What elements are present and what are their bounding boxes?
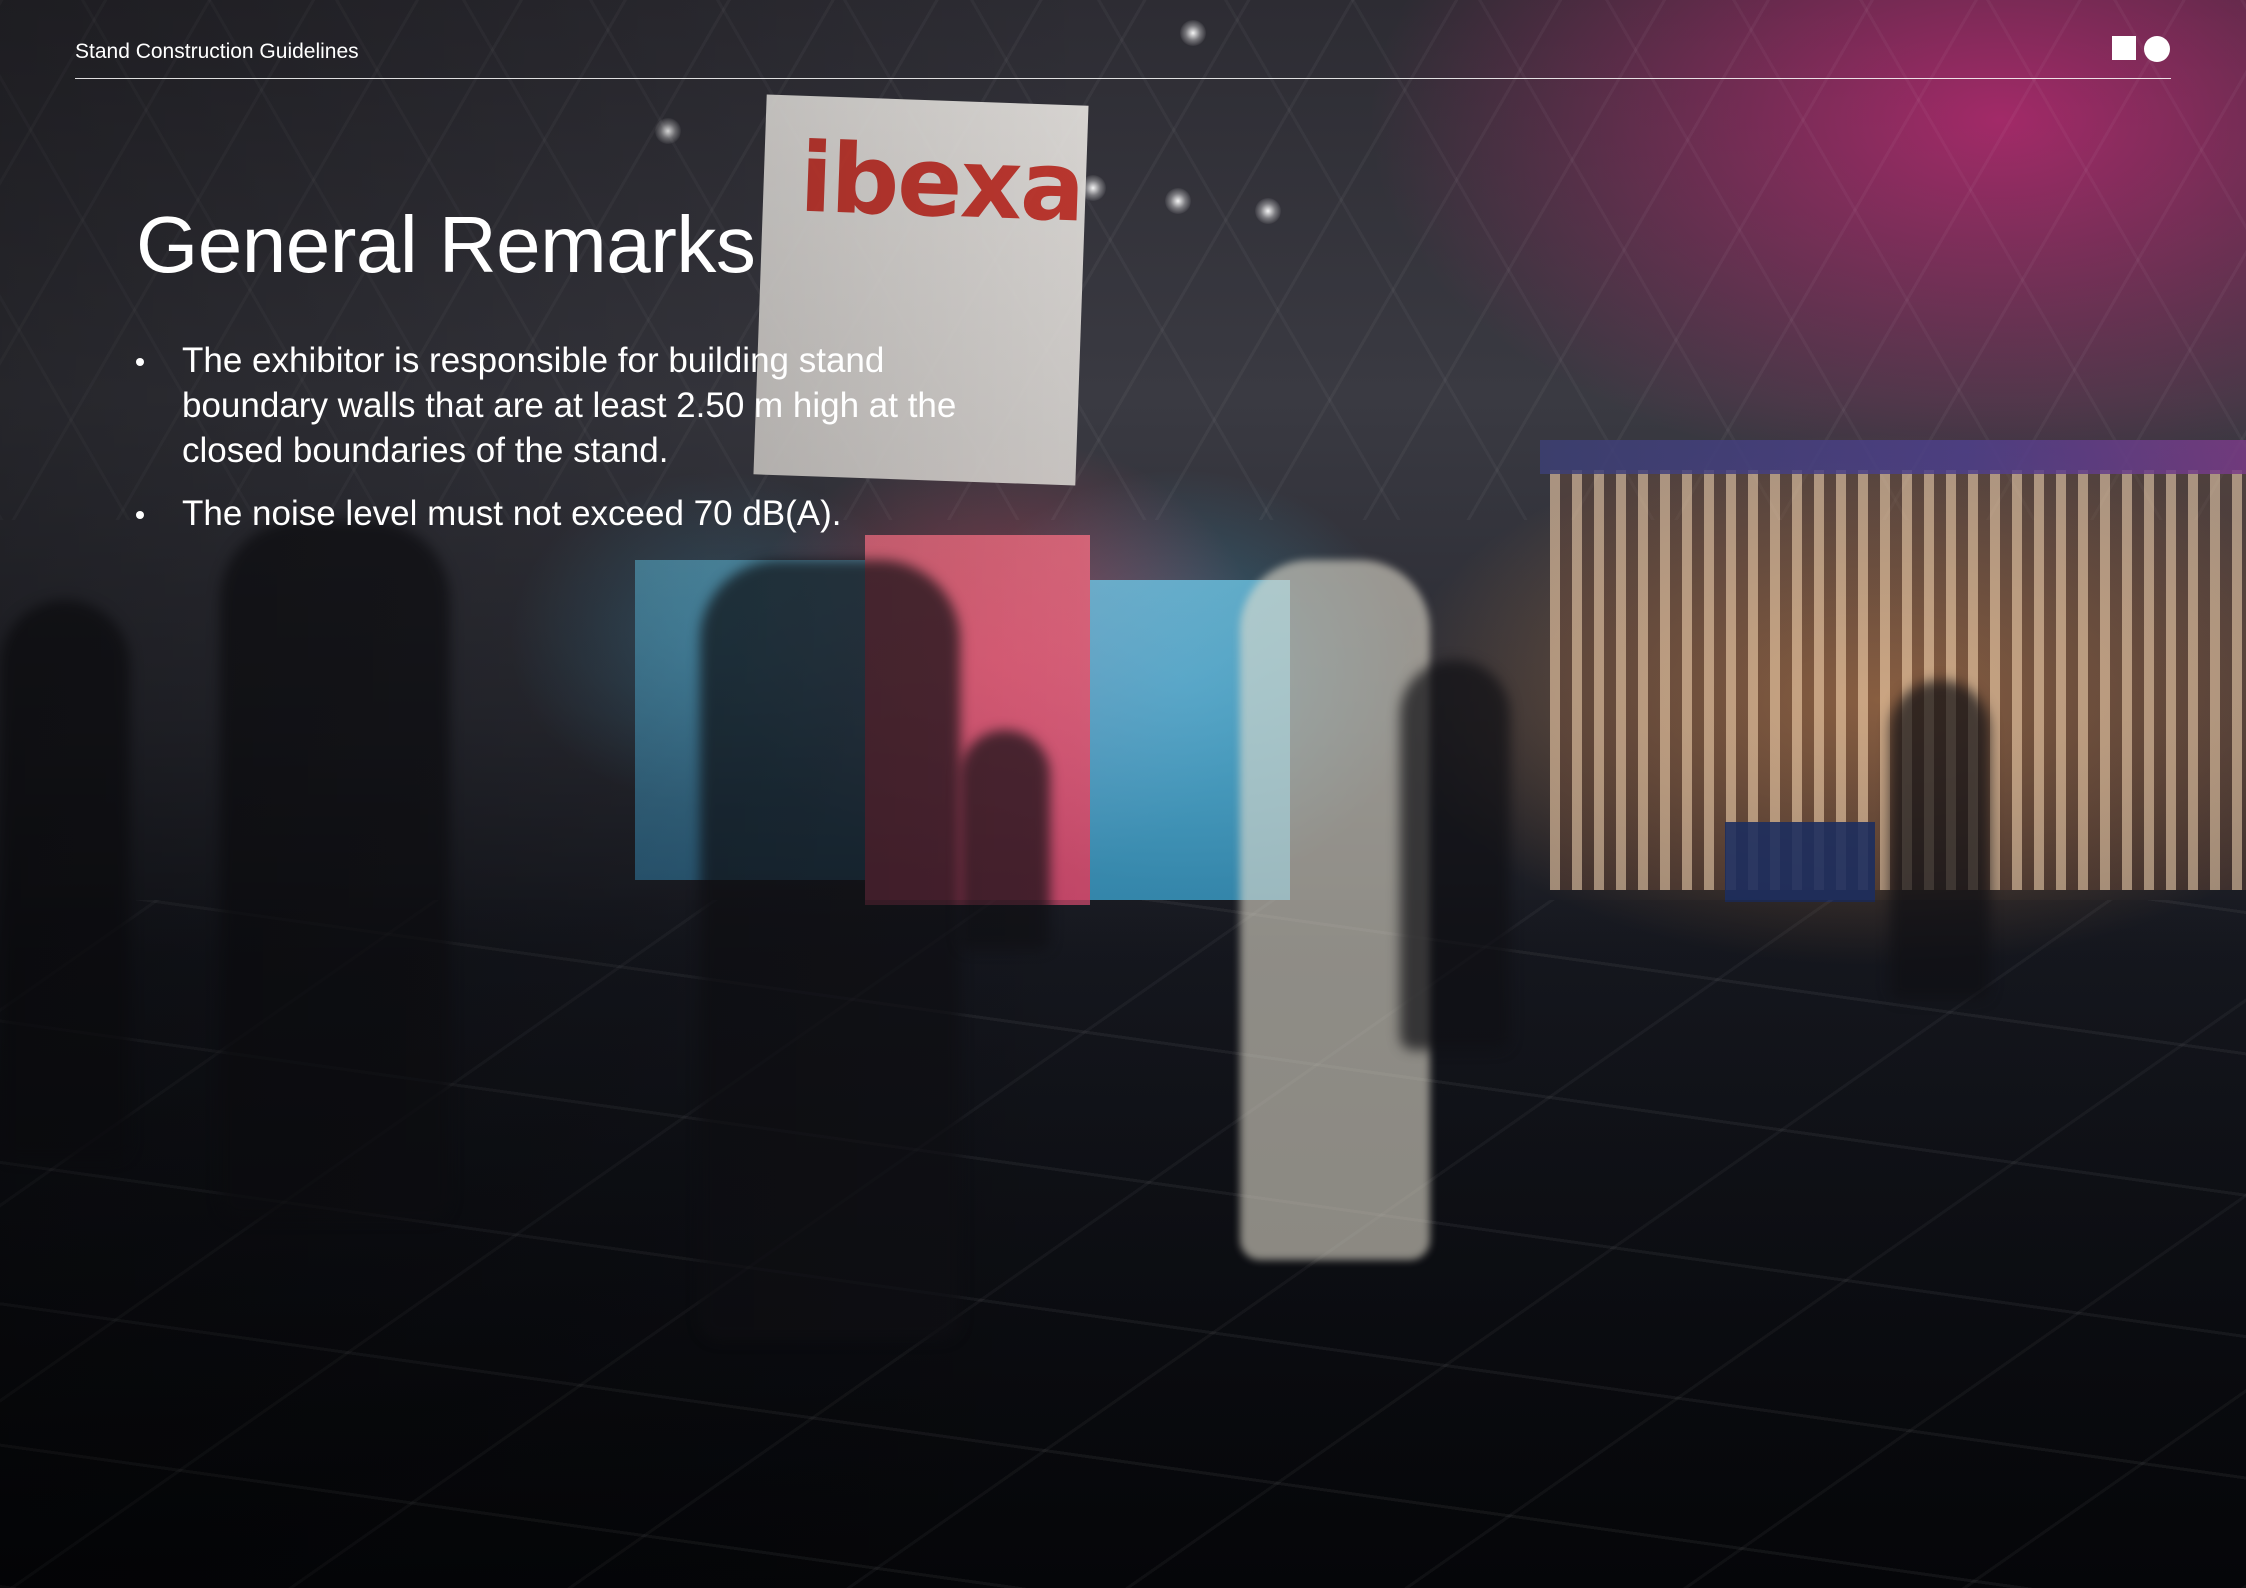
hall-floor [0, 900, 2246, 1588]
slide-page: ibexa Stand Construction Guidelines Gene… [0, 0, 2246, 1588]
visitor [960, 730, 1050, 950]
page-title: General Remarks [136, 200, 756, 289]
ceiling-light [1180, 20, 1206, 46]
booth-wall-blue-left [635, 560, 865, 880]
remarks-list: The exhibitor is responsible for buildin… [136, 338, 996, 554]
blurred-visitor [0, 600, 130, 1160]
visitor [1890, 680, 1990, 1000]
bullet-dot-icon [136, 511, 144, 519]
list-item-text: The exhibitor is responsible for buildin… [182, 341, 957, 470]
booth-truss [1540, 440, 2246, 474]
ceiling-light [1165, 188, 1191, 214]
square-circle-logo-icon [2112, 34, 2174, 62]
header-divider [75, 78, 2171, 79]
logo-circle-shape [2144, 36, 2170, 62]
logo-square-shape [2112, 36, 2136, 60]
document-title: Stand Construction Guidelines [75, 40, 359, 63]
ceiling-light [1255, 198, 1281, 224]
list-item: The exhibitor is responsible for buildin… [136, 338, 996, 473]
booth-slatted-wall [1550, 470, 2246, 890]
booth-counter [1725, 822, 1875, 902]
blurred-visitor [700, 560, 960, 1340]
list-item: The noise level must not exceed 70 dB(A)… [136, 491, 996, 536]
sign-logo-image: ibexa [797, 121, 1086, 244]
ceiling-light [1080, 175, 1106, 201]
blurred-visitor [1400, 660, 1510, 1050]
booth-wall-blue [1090, 580, 1290, 900]
blurred-visitor [220, 520, 450, 1220]
list-item-text: The noise level must not exceed 70 dB(A)… [182, 494, 842, 533]
bullet-dot-icon [136, 358, 144, 366]
booth-wall-pink [865, 535, 1090, 905]
ceiling-light [655, 118, 681, 144]
blurred-visitor [1240, 560, 1430, 1260]
